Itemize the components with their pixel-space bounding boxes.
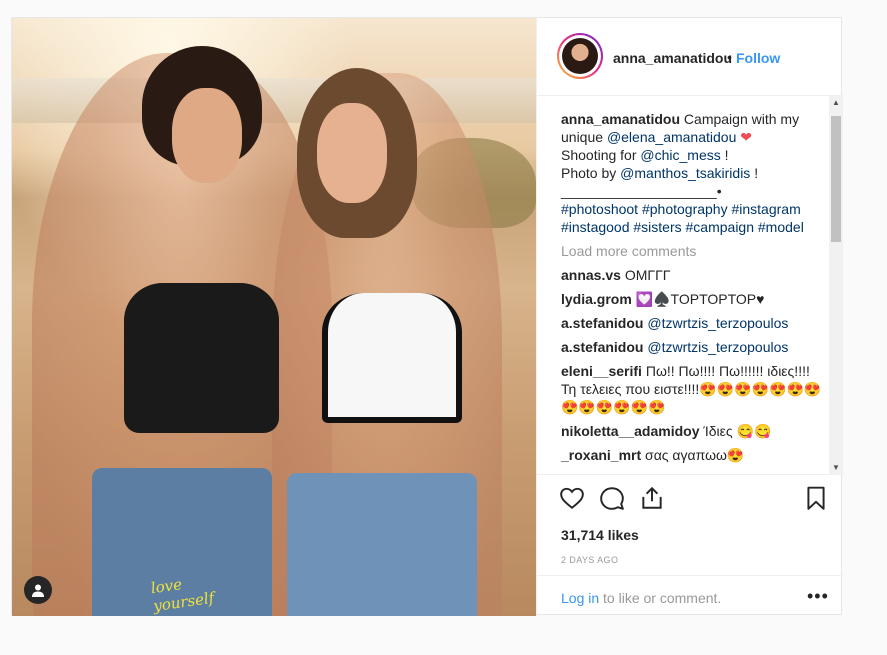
scrollbar-thumb[interactable] [831,116,841,242]
hashtags[interactable]: #instagood #sisters #campaign #model [561,219,804,235]
comment-username[interactable]: _roxani_mrt [561,447,641,463]
comment-username[interactable]: a.stefanidou [561,339,643,355]
comment-username[interactable]: a.stefanidou [561,315,643,331]
mention-link[interactable]: @tzwrtzis_terzopoulos [647,339,788,355]
avatar[interactable] [557,33,603,79]
caption: anna_amanatidou Campaign with my unique … [561,111,804,235]
caption-username[interactable]: anna_amanatidou [561,111,680,127]
comment-username[interactable]: annas.vs [561,267,621,283]
author-username[interactable]: anna_amanatidou [613,50,732,66]
mention-link[interactable]: @chic_mess [640,147,720,163]
login-prompt: Log in to like or comment. [561,590,722,606]
login-bar: Log in to like or comment. ••• [537,575,843,615]
photo-face-right [317,103,387,203]
mention-link[interactable]: @elena_amanatidou [607,129,736,145]
comment: eleni__serifi Πω!! Πω!!!! Πω!!!!!! ιδιες… [561,363,822,415]
photo-jeans-right [287,473,477,616]
mention-link[interactable]: @manthos_tsakiridis [620,165,750,181]
comment: nikoletta__adamidoy Ίδιες 😋😋 [561,423,772,439]
comment: annas.vs ΟΜΓΓΓ [561,267,671,283]
post-actions: 31,714 likes 2 DAYS AGO [537,474,843,584]
scroll-down-icon[interactable]: ▼ [832,463,840,472]
avatar-image [562,38,598,74]
share-icon [642,486,662,509]
login-link[interactable]: Log in [561,590,599,606]
comments-scrollbar[interactable]: ▲ ▼ [829,96,843,474]
post-timestamp[interactable]: 2 DAYS AGO [561,555,618,565]
share-button[interactable] [639,485,665,511]
user-icon [32,584,44,597]
post-sidebar: anna_amanatidou • Follow anna_amanatidou… [536,18,843,616]
more-icon[interactable]: ••• [807,586,829,607]
mention-link[interactable]: @tzwrtzis_terzopoulos [647,315,788,331]
comment: a.stefanidou @tzwrtzis_terzopoulos [561,314,823,332]
comment-list: anna_amanatidou Campaign with my unique … [561,110,823,470]
hashtags[interactable]: #photoshoot #photography #instagram [561,201,801,217]
comment: _roxani_mrt σας αγαπωω😍 [561,447,745,463]
bookmark-icon [807,486,825,510]
like-count[interactable]: 31,714 likes [561,527,639,543]
save-button[interactable] [803,485,829,511]
comment-username[interactable]: nikoletta__adamidoy [561,423,700,439]
heart-emoji: ❤ [740,129,752,145]
comment: lydia.grom 💟♠️TOPTOPTOP♥ [561,291,765,307]
comment-username[interactable]: eleni__serifi [561,363,642,379]
post-photo[interactable]: love yourself [12,18,536,616]
load-more-comments[interactable]: Load more comments [561,242,823,260]
comment-icon [600,487,624,510]
tagged-users-button[interactable] [24,576,52,604]
comments-area[interactable]: anna_amanatidou Campaign with my unique … [537,96,843,474]
separator-dot: • [727,49,732,65]
post-card: love yourself anna_amanatidou • Follow a… [11,17,843,616]
comment-button[interactable] [599,485,625,511]
like-button[interactable] [559,485,585,511]
follow-button[interactable]: Follow [736,50,780,66]
post-header: anna_amanatidou • Follow [537,18,843,96]
photo-top-white [322,293,462,423]
comment-username[interactable]: lydia.grom [561,291,632,307]
photo-top-black [124,283,279,433]
heart-icon [560,487,584,509]
photo-face-left [172,88,242,183]
scroll-up-icon[interactable]: ▲ [832,98,840,107]
comment: a.stefanidou @tzwrtzis_terzopoulos [561,338,823,356]
